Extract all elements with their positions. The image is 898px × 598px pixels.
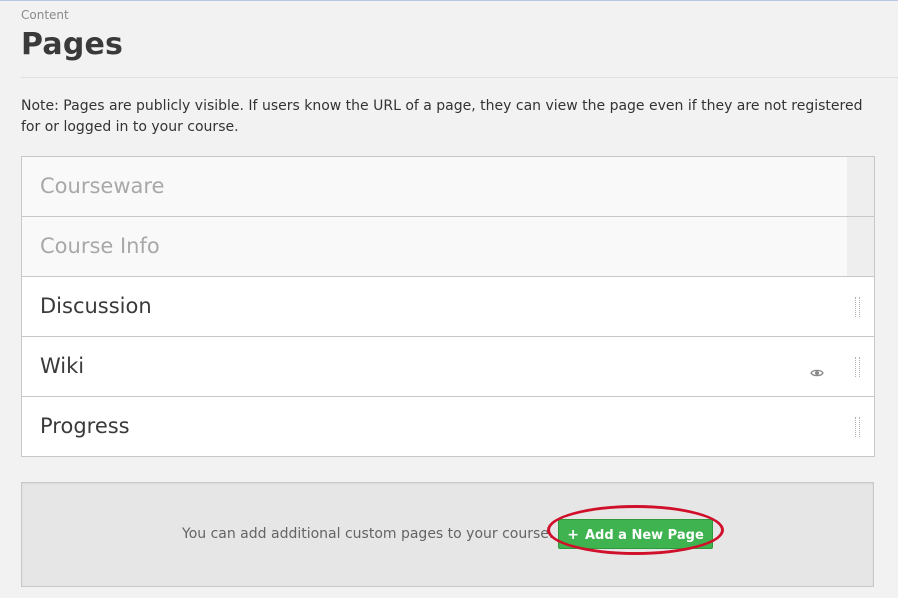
- add-page-panel: You can add additional custom pages to y…: [21, 482, 874, 587]
- page-row-progress[interactable]: Progress: [22, 396, 874, 456]
- page-label: Course Info: [40, 234, 160, 258]
- page-row-discussion[interactable]: Discussion: [22, 276, 874, 336]
- add-page-hint: You can add additional custom pages to y…: [182, 526, 554, 542]
- eye-icon[interactable]: [810, 363, 824, 377]
- page-label: Discussion: [40, 294, 152, 318]
- add-new-page-label: Add a New Page: [584, 528, 704, 543]
- header-divider: [21, 77, 898, 78]
- page-label: Progress: [40, 414, 130, 438]
- add-new-page-button[interactable]: + Add a New Page: [558, 519, 713, 549]
- top-rule: [0, 0, 898, 1]
- row-side-panel: [847, 157, 874, 216]
- public-visibility-note: Note: Pages are publicly visible. If use…: [21, 98, 863, 135]
- page-label: Courseware: [40, 174, 165, 198]
- drag-handle-icon[interactable]: [855, 297, 860, 317]
- page-title: Pages: [21, 27, 124, 62]
- page-row-courseware: Courseware: [22, 157, 874, 216]
- row-side-panel: [847, 217, 874, 276]
- breadcrumb[interactable]: Content: [21, 8, 69, 22]
- pages-list: Courseware Course Info Discussion Wiki P…: [21, 156, 875, 457]
- page-label: Wiki: [40, 354, 85, 378]
- page-row-course-info: Course Info: [22, 216, 874, 276]
- page-row-wiki[interactable]: Wiki: [22, 336, 874, 396]
- drag-handle-icon[interactable]: [855, 417, 860, 437]
- plus-icon: +: [567, 527, 579, 543]
- drag-handle-icon[interactable]: [855, 357, 860, 377]
